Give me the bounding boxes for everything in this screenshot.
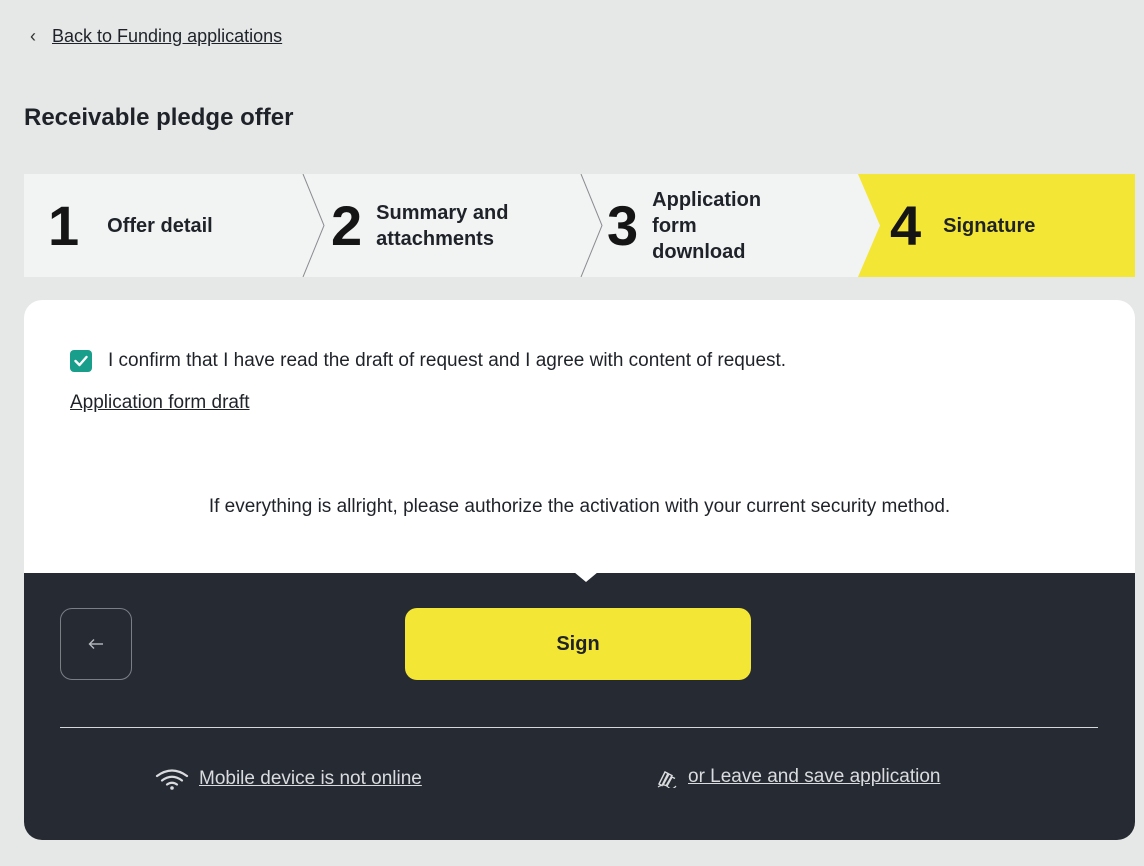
step-separator bbox=[302, 174, 325, 277]
signature-card: I confirm that I have read the draft of … bbox=[24, 300, 1135, 840]
step-application-form-download[interactable]: 3 Application form download bbox=[607, 174, 792, 277]
step-label: Offer detail bbox=[107, 214, 213, 237]
step-number: 1 bbox=[48, 193, 80, 257]
step-separator bbox=[580, 174, 603, 277]
sign-pen-icon bbox=[657, 771, 677, 788]
divider bbox=[60, 727, 1098, 728]
mobile-status-link[interactable]: Mobile device is not online bbox=[155, 768, 422, 790]
step-offer-detail[interactable]: 1 Offer detail bbox=[48, 174, 213, 277]
sign-button[interactable]: Sign bbox=[405, 608, 751, 680]
action-panel: Sign Mobile device is not online or Leav… bbox=[24, 572, 1135, 840]
progress-stepper: 1 Offer detail 2 Summary and attachments… bbox=[24, 174, 1135, 277]
step-label: Application form download bbox=[652, 188, 762, 263]
application-form-draft-link[interactable]: Application form draft bbox=[70, 392, 250, 414]
back-to-funding-link[interactable]: Back to Funding applications bbox=[52, 26, 282, 47]
wifi-icon bbox=[155, 769, 189, 790]
step-signature[interactable]: 4 Signature bbox=[890, 174, 1035, 277]
step-label: Summary and attachments bbox=[376, 201, 509, 250]
leave-save-text: or Leave and save application bbox=[688, 766, 941, 787]
step-label: Signature bbox=[943, 214, 1036, 237]
confirm-text: I confirm that I have read the draft of … bbox=[108, 350, 787, 371]
mobile-status-text: Mobile device is not online bbox=[199, 768, 422, 789]
confirm-checkbox[interactable] bbox=[70, 350, 92, 372]
page-title: Receivable pledge offer bbox=[24, 104, 294, 131]
step-summary-attachments[interactable]: 2 Summary and attachments bbox=[331, 174, 556, 277]
step-number: 3 bbox=[607, 193, 639, 257]
back-button[interactable] bbox=[60, 608, 132, 680]
back-navigation: ‹ Back to Funding applications bbox=[30, 26, 282, 47]
authorization-info: If everything is allright, please author… bbox=[208, 496, 951, 517]
panel-notch bbox=[574, 572, 598, 582]
step-number: 2 bbox=[331, 193, 363, 257]
chevron-left-icon[interactable]: ‹ bbox=[30, 26, 36, 47]
arrow-left-icon bbox=[88, 639, 103, 649]
check-icon bbox=[74, 355, 88, 367]
confirmation-row: I confirm that I have read the draft of … bbox=[70, 350, 786, 372]
step-number: 4 bbox=[890, 193, 922, 257]
leave-save-link[interactable]: or Leave and save application bbox=[656, 766, 940, 788]
